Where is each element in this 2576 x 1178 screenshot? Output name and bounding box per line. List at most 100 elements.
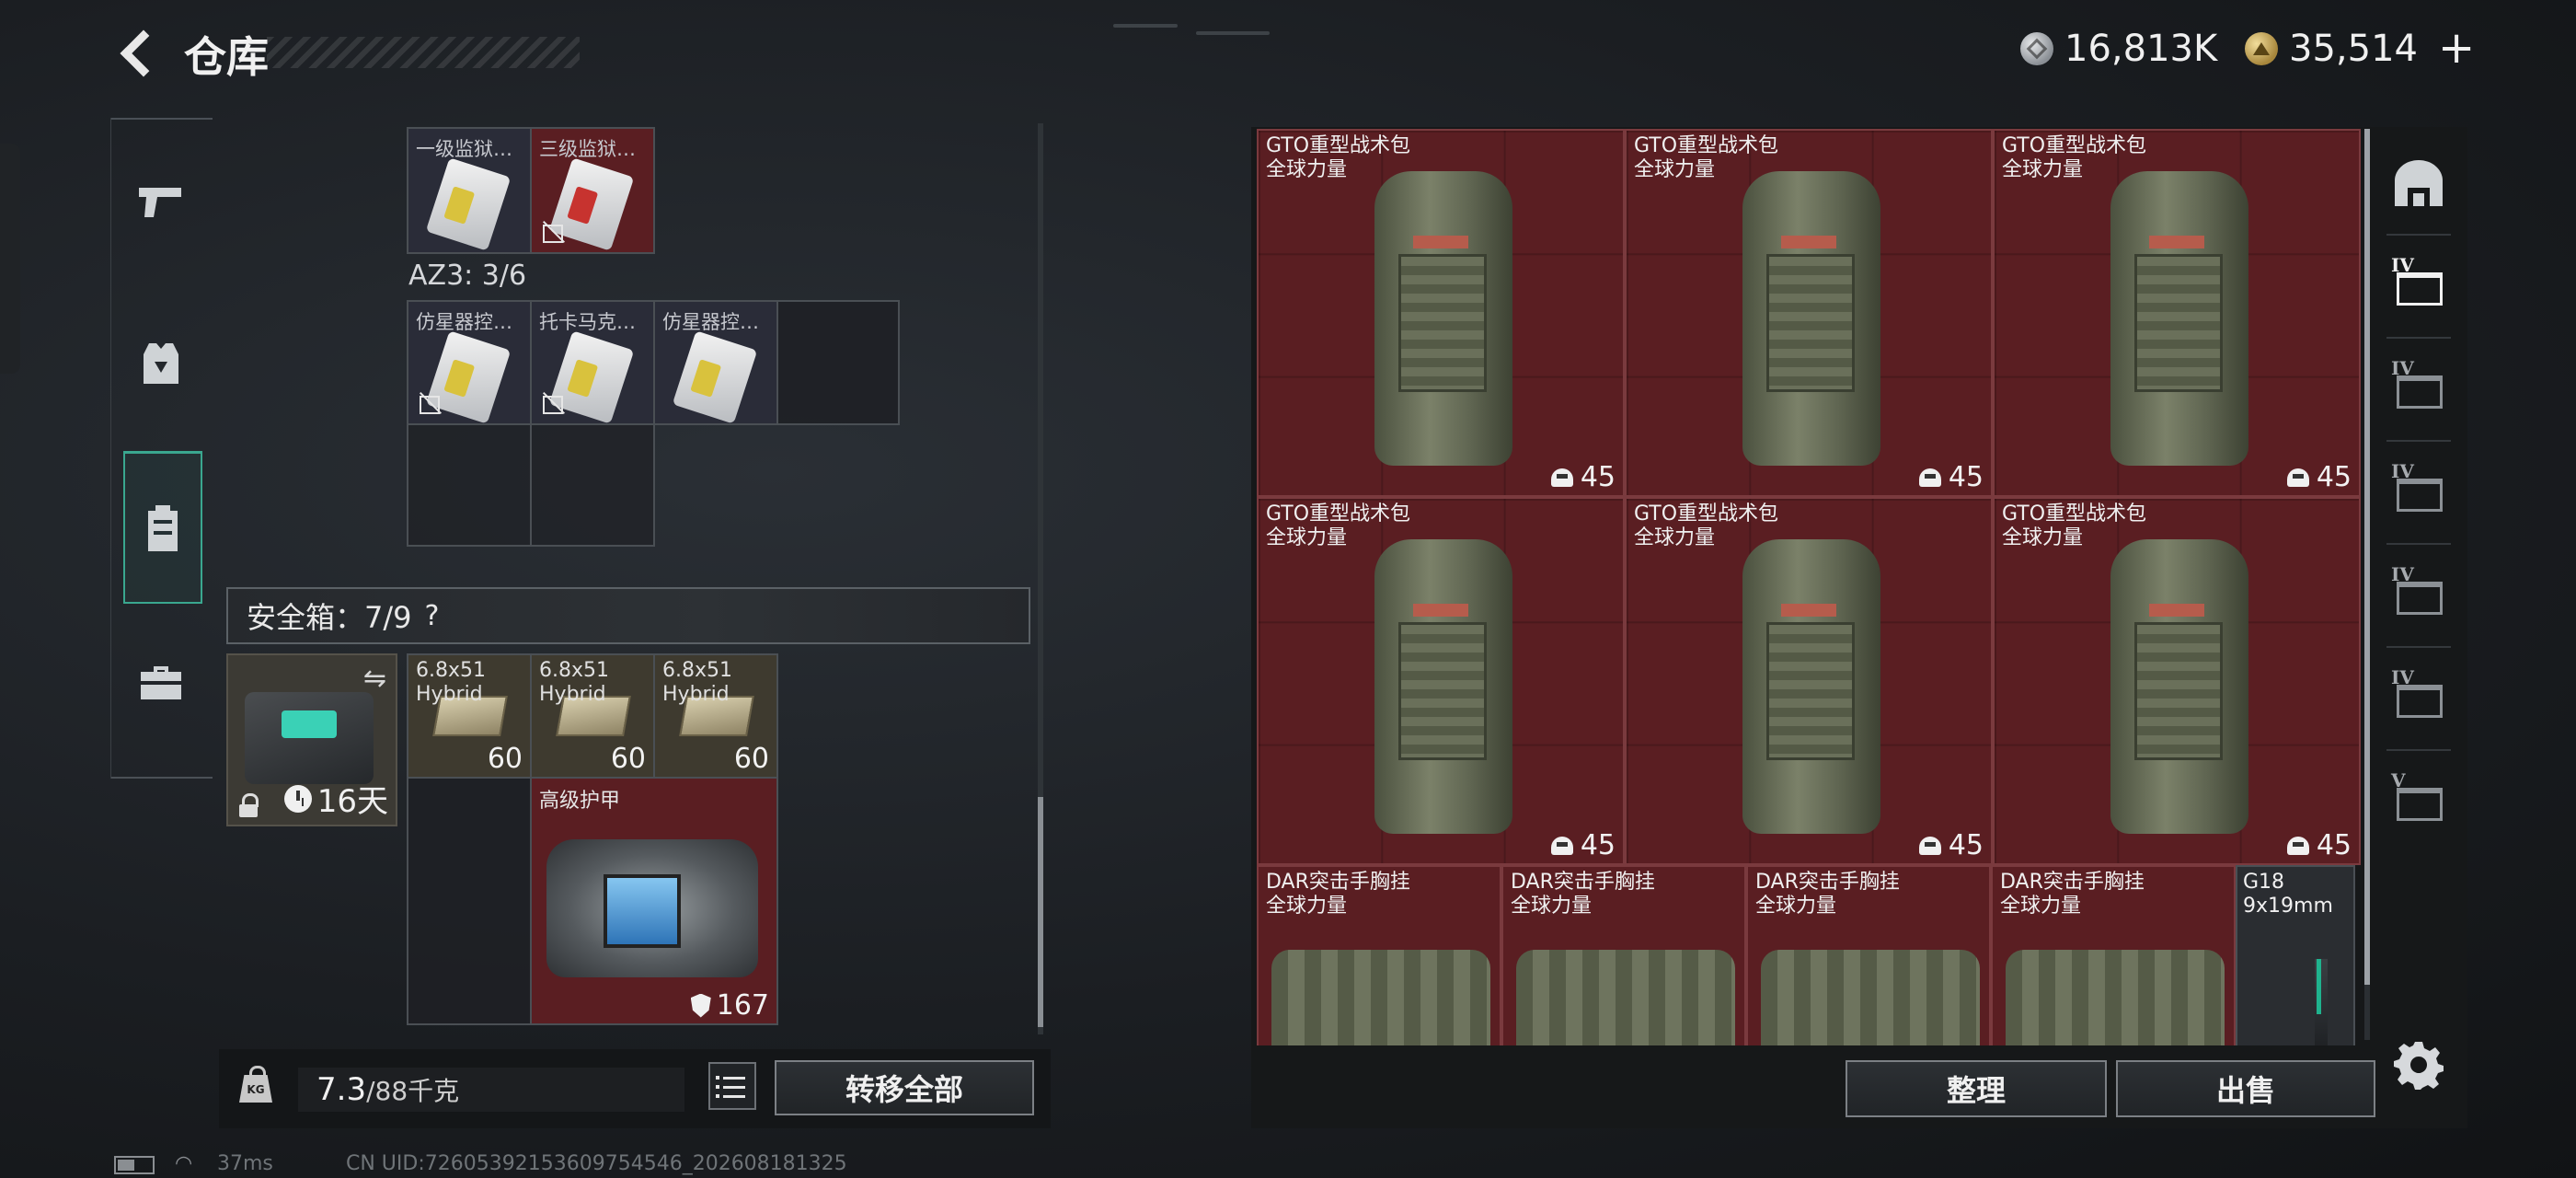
ammo-item[interactable]: 6.8x51 Hybrid 60 <box>653 653 778 779</box>
title-stripe <box>267 37 580 68</box>
tab-armor[interactable] <box>121 324 201 405</box>
item-name: DAR突击手胸挂 全球力量 <box>1511 871 1655 918</box>
swap-icon[interactable]: ⇋ <box>363 663 386 695</box>
keycard-item[interactable]: 仿星器控… <box>407 300 532 425</box>
pistol-icon <box>139 188 181 217</box>
item-name: GTO重型战术包 全球力量 <box>1634 134 1779 181</box>
item-name: GTO重型战术包 全球力量 <box>2002 502 2147 549</box>
helmet-icon <box>1550 468 1573 487</box>
backpack-item[interactable]: GTO重型战术包 全球力量 45 <box>1257 497 1625 865</box>
stash-scrollbar-thumb[interactable] <box>2364 129 2370 985</box>
item-level: 45 <box>2286 461 2352 493</box>
empty-slot[interactable] <box>776 300 900 425</box>
keycard-item[interactable]: 一级监狱… <box>407 127 532 254</box>
tab-divider <box>111 118 213 120</box>
tab-backpack[interactable] <box>123 451 202 604</box>
weight-icon <box>239 1066 274 1104</box>
ammo-count: 60 <box>733 743 769 775</box>
tab-toolbox[interactable] <box>121 642 201 723</box>
armor-durability: 167 <box>690 989 769 1022</box>
chest-rig-item[interactable]: DAR突击手胸挂 全球力量 <box>1257 865 1501 1045</box>
helmet-icon <box>1550 836 1573 855</box>
ammo-item[interactable]: 6.8x51 Hybrid 60 <box>530 653 655 779</box>
armor-item[interactable]: 高级护甲 167 <box>530 777 778 1025</box>
keycard-item[interactable]: 三级监狱… <box>530 127 655 254</box>
tab-weapons[interactable] <box>121 162 201 243</box>
help-button[interactable]: ? <box>425 600 440 632</box>
back-chevron-icon <box>120 29 167 77</box>
silver-currency: 16,813K <box>2020 28 2217 70</box>
ammo-count: 60 <box>610 743 646 775</box>
silver-amount: 16,813K <box>2064 28 2218 70</box>
helmet-icon <box>2286 836 2309 855</box>
backpack-item[interactable]: GTO重型战术包 全球力量 45 <box>1993 129 2361 497</box>
add-currency-button[interactable]: + <box>2438 26 2475 70</box>
empty-slot[interactable] <box>407 777 532 1025</box>
chest-rig-image <box>1516 950 1735 1045</box>
item-name: GTO重型战术包 全球力量 <box>1266 502 1411 549</box>
helmet-icon <box>1918 836 1941 855</box>
stash-iv-icon: IV <box>2391 357 2444 412</box>
backpack-item[interactable]: GTO重型战术包 全球力量 45 <box>1625 497 1993 865</box>
chest-rig-image <box>1271 950 1490 1045</box>
keycard-item[interactable]: 托卡马克… <box>530 300 655 425</box>
back-button[interactable] <box>109 26 167 81</box>
no-trade-icon <box>418 392 442 416</box>
pistol-item[interactable]: G18 9x19mm <box>2236 865 2355 1045</box>
no-trade-icon <box>541 392 565 416</box>
uid-readout: CN UID:72605392153609754546_202608181325 <box>346 1152 847 1175</box>
settings-gear-icon[interactable] <box>2394 1040 2444 1090</box>
wifi-icon: ◠ <box>175 1152 193 1175</box>
edge-handle[interactable] <box>0 144 20 374</box>
item-level: 45 <box>2286 829 2352 861</box>
list-view-button[interactable] <box>708 1062 756 1110</box>
ammo-item[interactable]: 6.8x51 Hybrid 60 <box>407 653 532 779</box>
chest-rig-item[interactable]: DAR突击手胸挂 全球力量 <box>1991 865 2236 1045</box>
item-name: 仿星器控… <box>662 311 759 333</box>
slot-divider <box>530 423 532 547</box>
chest-rig-image <box>1761 950 1980 1045</box>
weight-current: 7.3 <box>316 1071 367 1108</box>
safebox-label: 安全箱：7/9 <box>247 600 412 635</box>
left-scrollbar-thumb[interactable] <box>1038 797 1043 1027</box>
item-name: 托卡马克… <box>539 311 636 333</box>
item-level: 45 <box>1550 829 1616 861</box>
organize-button[interactable]: 整理 <box>1846 1060 2107 1117</box>
backpack-item[interactable]: GTO重型战术包 全球力量 45 <box>1625 129 1993 497</box>
keycard-image <box>425 157 512 251</box>
item-name: DAR突击手胸挂 全球力量 <box>1266 871 1410 918</box>
item-level: 45 <box>1918 829 1984 861</box>
sell-button[interactable]: 出售 <box>2116 1060 2375 1117</box>
backpack-item[interactable]: GTO重型战术包 全球力量 45 <box>1257 129 1625 497</box>
chest-rig-image <box>2006 950 2225 1045</box>
backpack-item[interactable]: GTO重型战术包 全球力量 45 <box>1993 497 2361 865</box>
tab-stash-iv-3[interactable]: IV <box>2375 442 2462 545</box>
tab-stash-iv-1[interactable]: IV <box>2375 236 2462 339</box>
category-tabs <box>110 118 213 779</box>
gold-amount: 35,514 <box>2289 28 2418 70</box>
chest-rig-item[interactable]: DAR突击手胸挂 全球力量 <box>1746 865 1991 1045</box>
item-name: DAR突击手胸挂 全球力量 <box>2000 871 2145 918</box>
tab-stash-iv-add[interactable]: IV <box>2375 648 2462 751</box>
keycard-item[interactable]: 仿星器控… <box>653 300 778 425</box>
item-name: 一级监狱… <box>416 138 512 160</box>
item-name: DAR突击手胸挂 全球力量 <box>1755 871 1900 918</box>
tab-stash-iv-4[interactable]: IV <box>2375 545 2462 648</box>
stash-iv-add-icon: IV <box>2391 666 2444 722</box>
tab-stash-v[interactable]: V <box>2375 751 2462 854</box>
stash-iv-icon: IV <box>2391 254 2444 309</box>
armor-image <box>546 839 758 977</box>
safebox-item[interactable]: ⇋ 16天 <box>226 653 397 826</box>
weight-max: /88千克 <box>366 1076 460 1106</box>
backpack-image <box>2101 521 2256 843</box>
chest-rig-item[interactable]: DAR突击手胸挂 全球力量 <box>1501 865 1746 1045</box>
backpack-image <box>1365 521 1520 843</box>
item-name: GTO重型战术包 全球力量 <box>2002 134 2147 181</box>
item-name: 6.8x51 Hybrid <box>539 659 610 706</box>
tab-stash-overview[interactable] <box>2375 133 2462 236</box>
transfer-all-button[interactable]: 转移全部 <box>775 1060 1034 1115</box>
gold-coin-icon <box>2245 32 2278 65</box>
backpack-image <box>1733 521 1888 843</box>
lock-icon <box>239 793 259 817</box>
tab-stash-iv-2[interactable]: IV <box>2375 339 2462 442</box>
